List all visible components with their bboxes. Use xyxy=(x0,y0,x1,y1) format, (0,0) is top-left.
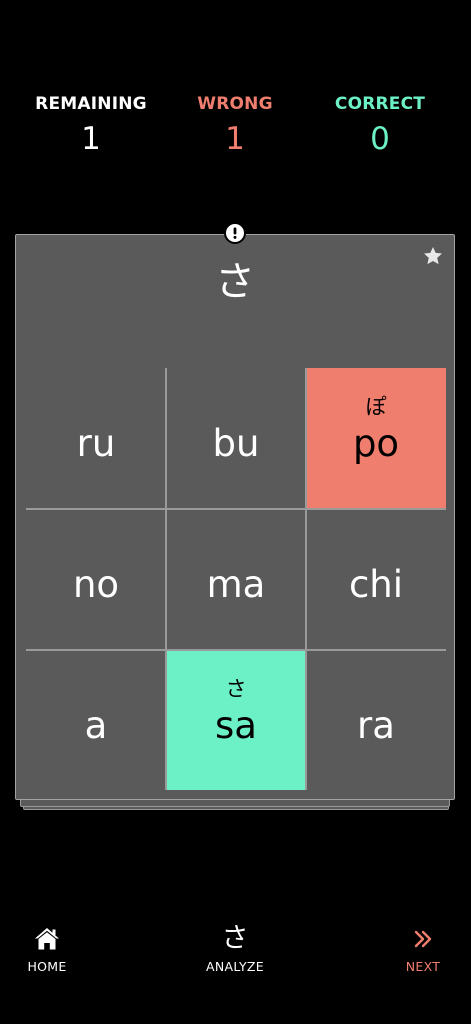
answer-cell[interactable]: bu xyxy=(166,368,306,508)
next-label: NEXT xyxy=(405,959,441,974)
answer-grid: ru bu ぽ po no ma chi a さ sa ra xyxy=(26,368,446,790)
answer-cell-romaji: ma xyxy=(206,563,266,606)
exclamation-glyph xyxy=(233,227,237,239)
answer-cell[interactable]: no xyxy=(26,509,166,649)
answer-cell-kana: ぽ xyxy=(365,395,387,419)
wrong-label: WRONG xyxy=(197,94,273,114)
analyze-icon: さ xyxy=(185,922,285,956)
answer-cell[interactable]: さ sa xyxy=(166,650,306,790)
answer-cell-romaji: bu xyxy=(212,422,260,465)
answer-cell-romaji: sa xyxy=(215,704,257,747)
analyze-label: ANALYZE xyxy=(206,959,264,974)
correct-value: 0 xyxy=(370,121,390,157)
double-chevron-right-icon xyxy=(373,922,471,956)
remaining-label: REMAINING xyxy=(35,94,147,114)
correct-label: CORRECT xyxy=(334,94,426,114)
wrong-stat: WRONG 1 xyxy=(165,92,305,160)
answer-cell-romaji: ru xyxy=(76,422,116,465)
grid-divider xyxy=(305,368,307,790)
answer-cell-romaji: po xyxy=(352,422,400,465)
grid-divider xyxy=(26,508,446,510)
home-icon xyxy=(0,922,97,956)
grid-divider xyxy=(165,368,167,790)
exclamation-circle-icon[interactable] xyxy=(224,222,246,244)
answer-cell[interactable]: ma xyxy=(166,509,306,649)
answer-cell-romaji: chi xyxy=(348,563,404,606)
answer-cell[interactable]: ぽ po xyxy=(306,368,446,508)
home-label: HOME xyxy=(27,959,67,974)
answer-cell-kana: さ xyxy=(225,677,247,701)
answer-cell[interactable]: a xyxy=(26,650,166,790)
flashcard: さ ru bu ぽ po no ma chi a さ sa ra xyxy=(15,234,455,800)
grid-divider xyxy=(26,649,446,651)
answer-cell[interactable]: ru xyxy=(26,368,166,508)
answer-cell-romaji: ra xyxy=(357,704,395,747)
answer-cell[interactable]: ra xyxy=(306,650,446,790)
wrong-value: 1 xyxy=(225,121,245,157)
answer-cell-romaji: no xyxy=(72,563,120,606)
remaining-value: 1 xyxy=(81,121,101,157)
correct-stat: CORRECT 0 xyxy=(310,92,450,160)
analyze-button[interactable]: さ ANALYZE xyxy=(185,922,285,975)
answer-cell[interactable]: chi xyxy=(306,509,446,649)
next-button[interactable]: NEXT xyxy=(373,922,471,975)
answer-cell-romaji: a xyxy=(84,704,108,747)
analyze-glyph: さ xyxy=(221,923,249,954)
remaining-stat: REMAINING 1 xyxy=(21,92,161,160)
prompt-kana: さ xyxy=(215,259,255,305)
home-button[interactable]: HOME xyxy=(0,922,97,975)
